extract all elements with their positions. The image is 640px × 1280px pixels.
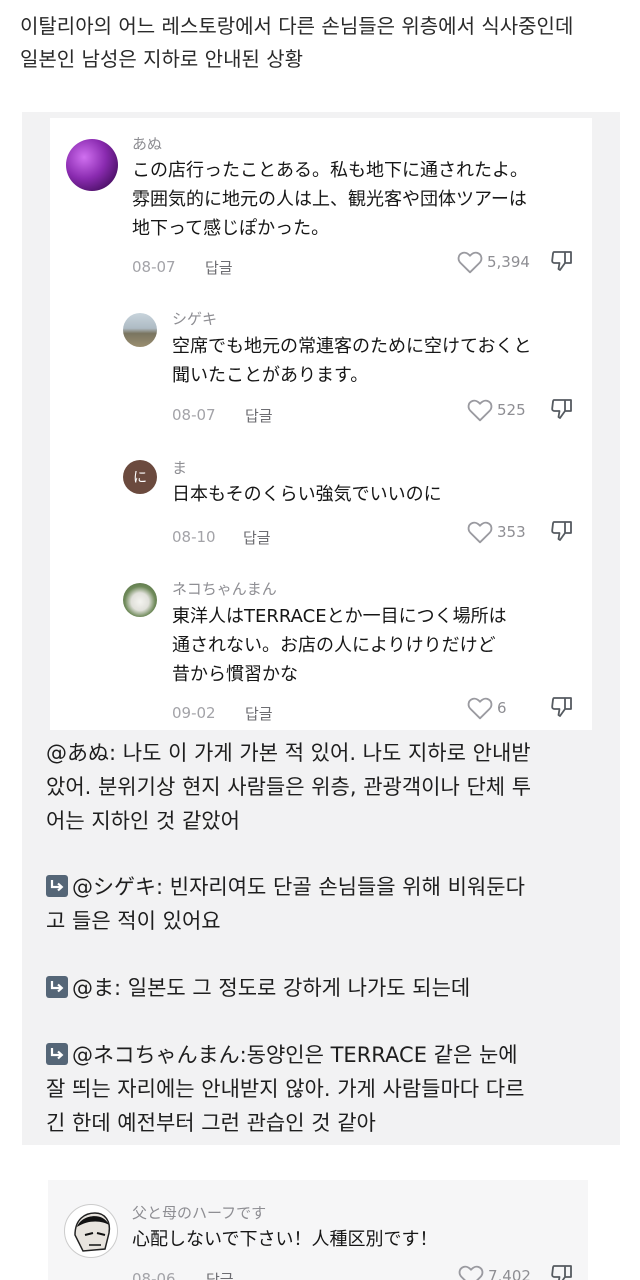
translation-2: @シゲキ: 빈자리여도 단골 손님들을 위해 비워둔다 고 들은 적이 있어요 [46, 870, 606, 938]
like-count: 525 [497, 401, 526, 419]
comment-line: 日本もそのくらい強気でいいのに [172, 484, 442, 505]
translation-text: @ま: 일본도 그 정도로 강하게 나가도 되는데 [72, 976, 471, 1000]
avatar[interactable]: に [123, 460, 157, 494]
comment-text: この店行ったことある。私も地下に通されたよ。 雰囲気的に地元の人は上、観光客や団… [132, 156, 528, 243]
like-button[interactable]: 7,402 [458, 1264, 531, 1280]
like-count: 353 [497, 523, 526, 541]
comment-date: 08-10 [172, 528, 216, 546]
heart-icon [467, 398, 493, 422]
reply-arrow-icon [46, 976, 68, 998]
like-button[interactable]: 353 [467, 520, 526, 544]
dislike-button[interactable] [550, 695, 574, 719]
translation-1: @あぬ: 나도 이 가게 가본 적 있어. 나도 지하로 안내받 았어. 분위기… [46, 736, 606, 838]
heart-icon [467, 696, 493, 720]
reply-button[interactable]: 답글 [243, 527, 271, 548]
heart-icon [458, 1264, 484, 1280]
comment-date: 08-06 [132, 1270, 176, 1280]
like-count: 6 [497, 699, 507, 717]
comment-line: この店行ったことある。私も地下に通されたよ。 [132, 160, 528, 181]
comment-line: 通されない。お店の人によりけりだけど [172, 635, 496, 656]
comment-text: 心配しないで下さい！人種区別です！ [132, 1229, 438, 1250]
reply-button[interactable]: 답글 [205, 257, 233, 278]
heart-icon [467, 520, 493, 544]
caption-line-1: 이탈리아의 어느 레스토랑에서 다른 손님들은 위층에서 식사중인데 [20, 14, 574, 38]
translation-line: 긴 한데 예전부터 그런 관습인 것 같아 [46, 1111, 376, 1135]
comment-date: 09-02 [172, 704, 216, 722]
avatar[interactable] [64, 1204, 118, 1258]
avatar[interactable] [123, 313, 157, 347]
dislike-button[interactable] [550, 249, 574, 273]
avatar[interactable] [66, 139, 118, 191]
reply-arrow-icon [46, 1043, 68, 1065]
like-button[interactable]: 525 [467, 398, 526, 422]
comment-text: 空席でも地元の常連客のために空けておくと 聞いたことがあります。 [172, 332, 531, 390]
comment-line: 東洋人はTERRACEとか一目につく場所は [172, 606, 507, 627]
avatar-initial: に [133, 470, 147, 486]
comment-line: 空席でも地元の常連客のために空けておくと [172, 336, 532, 357]
comment-text: 東洋人はTERRACEとか一目につく場所は 通されない。お店の人によりけりだけど… [172, 602, 507, 689]
comment-username[interactable]: 父と母のハーフです [132, 1202, 266, 1223]
translation-3: @ま: 일본도 그 정도로 강하게 나가도 되는데 [46, 971, 606, 1005]
dislike-icon [550, 397, 574, 421]
bottom-comment-card: 父と母のハーフです 心配しないで下さい！人種区別です！ 08-06 답글 7,4… [48, 1180, 588, 1280]
translation-line: @ネコちゃんまん:동양인은 TERRACE 같은 눈에 [46, 1038, 606, 1072]
reply-arrow-icon [46, 875, 68, 897]
avatar[interactable] [123, 583, 157, 617]
translation-line: 어는 지하인 것 같았어 [46, 809, 240, 833]
dislike-button[interactable] [550, 1263, 574, 1280]
comment-username[interactable]: シゲキ [172, 308, 217, 329]
dislike-icon [550, 519, 574, 543]
like-count: 7,402 [488, 1267, 531, 1280]
comment-line: 昔から慣習かな [172, 664, 298, 685]
comment-username[interactable]: ま [172, 457, 187, 478]
translation-4: @ネコちゃんまん:동양인은 TERRACE 같은 눈에 잘 띄는 자리에는 안내… [46, 1038, 606, 1140]
like-button[interactable]: 5,394 [457, 250, 530, 274]
dislike-button[interactable] [550, 519, 574, 543]
translation-text: @シゲキ: 빈자리여도 단골 손님들을 위해 비워둔다 [72, 875, 525, 899]
comment-username[interactable]: あぬ [132, 133, 162, 154]
caption-line-2: 일본인 남성은 지하로 안내된 상황 [20, 47, 304, 71]
dislike-icon [550, 695, 574, 719]
translation-line: @あぬ: 나도 이 가게 가본 적 있어. 나도 지하로 안내받 [46, 741, 531, 765]
dislike-icon [550, 249, 574, 273]
translation-line: 았어. 분위기상 현지 사람들은 위층, 관광객이나 단체 투 [46, 775, 532, 799]
reply-button[interactable]: 답글 [206, 1269, 234, 1280]
translation-line: @シゲキ: 빈자리여도 단골 손님들을 위해 비워둔다 [46, 870, 606, 904]
like-count: 5,394 [487, 253, 530, 271]
translation-line: @ま: 일본도 그 정도로 강하게 나가도 되는데 [46, 971, 606, 1005]
dislike-icon [550, 1263, 574, 1280]
comment-date: 08-07 [172, 406, 216, 424]
comment-line: 地下って感じぽかった。 [132, 218, 330, 239]
comment-date: 08-07 [132, 258, 176, 276]
heart-icon [457, 250, 483, 274]
comment-line: 聞いたことがあります。 [172, 365, 369, 386]
translation-text: @ネコちゃんまん:동양인은 TERRACE 같은 눈에 [72, 1043, 518, 1067]
comment-username[interactable]: ネコちゃんまん [172, 578, 277, 599]
translation-line: 고 들은 적이 있어요 [46, 909, 221, 933]
comment-line: 雰囲気的に地元の人は上、観光客や団体ツアーは [132, 189, 527, 210]
translation-line: 잘 띄는 자리에는 안내받지 않아. 가게 사람들마다 다르 [46, 1077, 525, 1101]
dislike-button[interactable] [550, 397, 574, 421]
comment-text: 日本もそのくらい強気でいいのに [172, 480, 442, 509]
post-caption: 이탈리아의 어느 레스토랑에서 다른 손님들은 위층에서 식사중인데 일본인 남… [20, 10, 630, 76]
like-button[interactable]: 6 [467, 696, 507, 720]
reply-button[interactable]: 답글 [245, 703, 273, 724]
reply-button[interactable]: 답글 [245, 405, 273, 426]
